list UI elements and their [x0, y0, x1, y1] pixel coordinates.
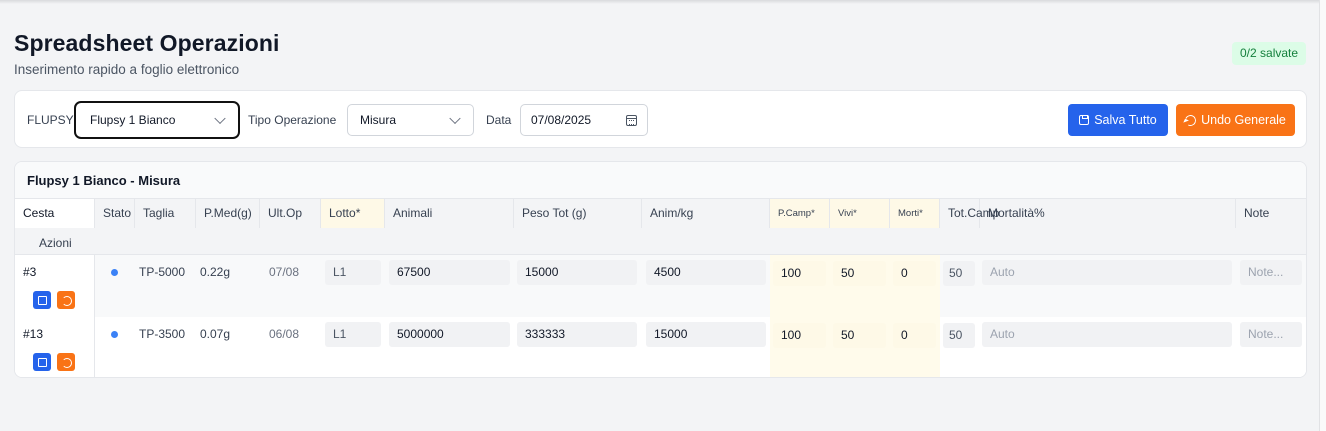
undo-icon	[1183, 112, 1198, 128]
col-note: Note	[1244, 206, 1270, 220]
mortalita-input[interactable]: Auto	[982, 260, 1232, 285]
tot-camp-value: 50	[943, 261, 975, 286]
col-anim-kg: Anim/kg	[642, 199, 770, 228]
morti-input[interactable]: 0	[893, 261, 936, 286]
flupsy-select[interactable]: Flupsy 1 Bianco	[74, 101, 240, 139]
col-vivi: Vivi*	[830, 199, 890, 228]
col-azioni: Azioni	[39, 236, 72, 250]
row-undo-button[interactable]	[57, 291, 75, 309]
cesta-cell: #3	[15, 255, 95, 317]
spreadsheet-card: Flupsy 1 Bianco - Misura Cesta Stato Tag…	[14, 161, 1307, 378]
calendar-icon[interactable]	[626, 115, 637, 126]
col-mortalita: Mortalità%	[980, 199, 1236, 228]
morti-input[interactable]: 0	[893, 323, 936, 348]
tot-camp-value: 50	[943, 323, 975, 348]
save-icon	[1079, 115, 1090, 125]
cesta-cell: #13	[15, 317, 95, 377]
anim-kg-input[interactable]: 4500	[646, 260, 766, 285]
pmed-value: 0.07g	[200, 327, 231, 341]
filters-toolbar: FLUPSY Flupsy 1 Bianco Tipo Operazione M…	[14, 90, 1307, 148]
row-save-button[interactable]	[33, 291, 51, 309]
col-lotto: Lotto*	[321, 199, 385, 228]
chevron-down-icon	[449, 112, 461, 125]
status-dot	[111, 269, 118, 276]
top-shadow	[0, 0, 1320, 4]
mortalita-input[interactable]: Auto	[982, 322, 1232, 347]
col-stato: Stato	[95, 199, 135, 228]
ultop-value: 07/08	[269, 265, 300, 279]
col-animali: Animali	[385, 199, 514, 228]
saved-count-badge: 0/2 salvate	[1232, 42, 1307, 65]
note-input[interactable]: Note...	[1240, 322, 1302, 347]
row-save-button[interactable]	[33, 353, 51, 371]
date-value: 07/08/2025	[531, 113, 592, 127]
save-all-label: Salva Tutto	[1094, 113, 1157, 127]
col-morti: Morti*	[890, 199, 940, 228]
peso-tot-input[interactable]: 15000	[517, 260, 637, 285]
table-row: #3 TP-5000 0.22g 07/08 L1 67500 15000 45…	[15, 255, 1306, 317]
pmed-value: 0.22g	[200, 265, 231, 279]
col-taglia: Taglia	[135, 199, 196, 228]
tipo-operazione-label: Tipo Operazione	[248, 113, 337, 127]
tipo-operazione-value: Misura	[360, 113, 397, 127]
p-camp-input[interactable]: 100	[773, 323, 826, 348]
col-cesta: Cesta	[15, 199, 95, 228]
card-header: Flupsy 1 Bianco - Misura	[15, 162, 1306, 199]
taglia-value: TP-5000	[139, 265, 186, 279]
table-row: #13 TP-3500 0.07g 06/08 L1 5000000 33333…	[15, 317, 1306, 377]
animali-input[interactable]: 5000000	[389, 322, 510, 347]
note-input[interactable]: Note...	[1240, 260, 1302, 285]
cesta-name: #3	[23, 265, 37, 279]
save-all-button[interactable]: Salva Tutto	[1068, 104, 1168, 136]
lotto-input[interactable]: L1	[325, 322, 381, 347]
tipo-operazione-select[interactable]: Misura	[347, 104, 474, 136]
flupsy-select-value: Flupsy 1 Bianco	[90, 113, 176, 127]
data-label: Data	[486, 113, 512, 127]
flupsy-label: FLUPSY	[27, 113, 74, 127]
cesta-name: #13	[23, 327, 44, 341]
chevron-down-icon	[214, 112, 226, 125]
lotto-input[interactable]: L1	[325, 260, 381, 285]
undo-all-button[interactable]: Undo Generale	[1176, 104, 1295, 136]
date-input[interactable]: 07/08/2025	[520, 104, 648, 136]
peso-tot-input[interactable]: 333333	[517, 322, 637, 347]
animali-input[interactable]: 67500	[389, 260, 510, 285]
vivi-input[interactable]: 50	[833, 261, 886, 286]
card-title: Flupsy 1 Bianco - Misura	[27, 173, 181, 188]
p-camp-input[interactable]: 100	[773, 261, 826, 286]
row-undo-button[interactable]	[57, 353, 75, 371]
ultop-value: 06/08	[269, 327, 300, 341]
vivi-input[interactable]: 50	[833, 323, 886, 348]
col-ultop: Ult.Op	[260, 199, 321, 228]
taglia-value: TP-3500	[139, 327, 186, 341]
table-header: Cesta Stato Taglia P.Med(g) Ult.Op Lotto…	[15, 199, 1306, 255]
col-tot-camp: Tot.Camp	[940, 199, 999, 228]
col-p-camp: P.Camp*	[770, 199, 830, 228]
col-pmed: P.Med(g)	[196, 199, 260, 228]
page-subtitle: Inserimento rapido a foglio elettronico	[14, 62, 240, 77]
status-dot	[111, 331, 118, 338]
page-title: Spreadsheet Operazioni	[14, 30, 280, 56]
col-peso-tot: Peso Tot (g)	[514, 199, 642, 228]
window-scrollbar[interactable]	[1319, 0, 1326, 431]
anim-kg-input[interactable]: 15000	[646, 322, 766, 347]
undo-all-label: Undo Generale	[1201, 113, 1286, 127]
